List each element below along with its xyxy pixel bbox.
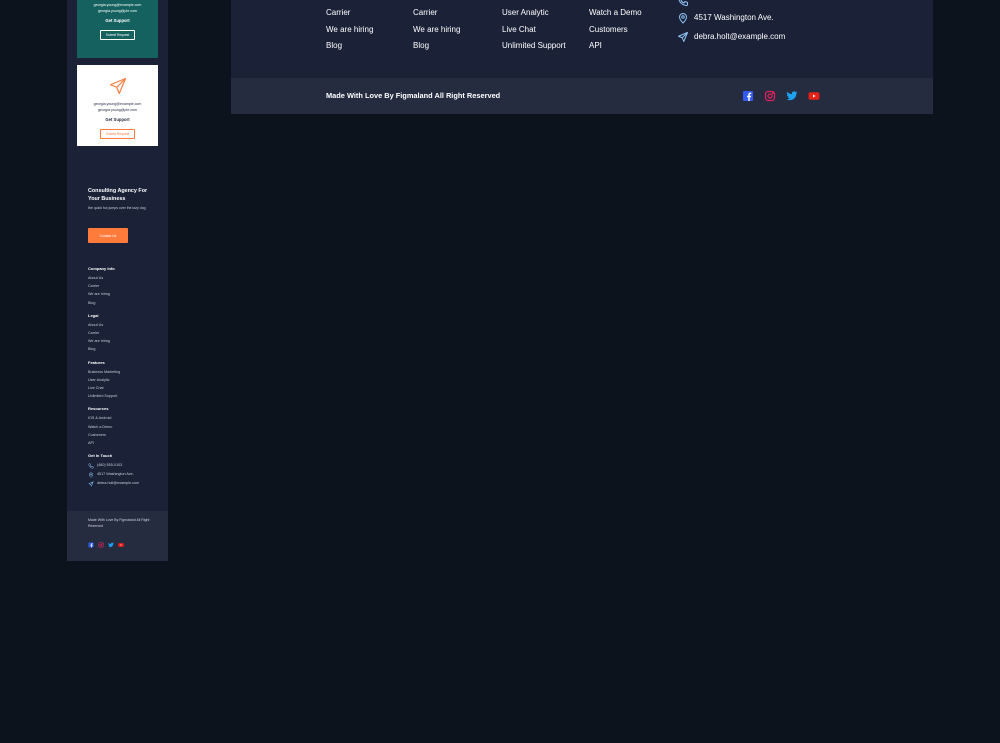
footer-link[interactable]: Carrier xyxy=(413,5,460,22)
twitter-icon[interactable] xyxy=(786,90,798,102)
footer-link[interactable]: Live Chat xyxy=(502,22,566,39)
footer-link[interactable]: We are hiring xyxy=(326,22,373,39)
cta-title: Consulting Agency For Your Business xyxy=(88,188,148,202)
support-card-white: georgia.young@example.com georgia.young@… xyxy=(77,65,158,146)
footer-column-company: Carrier We are hiring Blog xyxy=(326,0,373,55)
footer-link[interactable]: User Analytic xyxy=(502,5,566,22)
footer-link[interactable]: About Us xyxy=(88,274,166,282)
footer-contact: 4517 Washington Ave. debra.holt@example.… xyxy=(677,8,785,46)
footer-link[interactable]: API xyxy=(589,38,642,55)
location-pin-icon xyxy=(88,472,94,478)
footer-group-legal: Legal About Us Carrier We are hiring Blo… xyxy=(88,313,166,354)
contact-address-text: 4517 Washington Ave. xyxy=(694,13,774,22)
footer-link[interactable]: Watch a Demo xyxy=(589,5,642,22)
phone-icon xyxy=(678,0,688,7)
cta-section: Consulting Agency For Your Business the … xyxy=(67,163,168,252)
group-title: Resources xyxy=(88,406,109,412)
footer-link[interactable]: Customers xyxy=(589,22,642,39)
instagram-icon[interactable] xyxy=(764,90,776,102)
facebook-icon[interactable] xyxy=(742,90,754,102)
send-icon xyxy=(678,31,688,42)
footer-column-legal: Carrier We are hiring Blog xyxy=(413,0,460,55)
phone-icon xyxy=(88,463,94,469)
card-support-label: Get Support xyxy=(105,117,130,123)
mobile-preview: georgia.young@example.com georgia.young@… xyxy=(67,0,168,561)
card-email: georgia.young@ple.com xyxy=(97,8,137,13)
contact-email-text: debra.holt@example.com xyxy=(97,481,140,486)
footer-link[interactable]: About Us xyxy=(88,321,166,329)
footer-link[interactable]: Blog xyxy=(88,345,166,353)
footer-group-contact: Get In Touch (480) 555-0103 4517 Washing… xyxy=(88,453,166,488)
footer-link[interactable]: Carrier xyxy=(88,282,166,290)
footer-link[interactable]: User Analytic xyxy=(88,376,166,384)
mobile-footer-links: Company Info About Us Carrier We are hir… xyxy=(88,266,166,494)
social-links xyxy=(742,90,820,102)
footer-link[interactable]: Customers xyxy=(88,431,166,439)
footer-link[interactable]: Unlimited Support xyxy=(502,38,566,55)
contact-address[interactable]: 4517 Washington Ave. xyxy=(88,470,166,479)
footer-link[interactable]: IOS & Android xyxy=(88,414,166,422)
contact-email[interactable]: debra.holt@example.com xyxy=(677,27,785,46)
footer-link[interactable]: Watch a Demo xyxy=(88,423,166,431)
group-title: Get In Touch xyxy=(88,453,113,459)
cta-subtitle: the quick fox jumps over the lazy dog xyxy=(88,206,146,210)
footer-link[interactable]: Blog xyxy=(88,299,166,307)
footer-link[interactable]: Carrier xyxy=(326,5,373,22)
contact-address[interactable]: 4517 Washington Ave. xyxy=(677,8,785,27)
group-title: Features xyxy=(88,359,105,365)
desktop-footer-bottom: Made With Love By Figmaland All Right Re… xyxy=(231,78,933,114)
footer-link[interactable]: API xyxy=(88,439,166,447)
contact-email-text: debra.holt@example.com xyxy=(694,32,786,41)
group-title: Legal xyxy=(88,312,99,318)
desktop-footer: Carrier We are hiring Blog Carrier We ar… xyxy=(231,0,933,78)
facebook-icon[interactable] xyxy=(88,542,94,548)
support-card-teal: georgia.young@example.com georgia.young@… xyxy=(77,0,158,58)
contact-us-button[interactable]: Contact Us xyxy=(88,228,128,243)
youtube-icon[interactable] xyxy=(118,542,124,548)
contact-phone-text: (480) 555-0103 xyxy=(97,463,123,468)
footer-link[interactable]: Unlimited Support xyxy=(88,392,166,400)
footer-link[interactable]: Live Chat xyxy=(88,384,166,392)
copyright-text: Made With Love By Figmaland All Right Re… xyxy=(326,91,501,100)
footer-link[interactable]: Blog xyxy=(326,38,373,55)
footer-link[interactable]: We are hiring xyxy=(88,290,166,298)
contact-address-text: 4517 Washington Ave. xyxy=(97,472,134,477)
submit-request-button[interactable]: Submit Request xyxy=(99,129,136,140)
social-links xyxy=(88,542,124,548)
footer-group-resources: Resources IOS & Android Watch a Demo Cus… xyxy=(88,406,166,447)
footer-link[interactable]: Carrier xyxy=(88,329,166,337)
contact-email[interactable]: debra.holt@example.com xyxy=(88,479,166,488)
footer-link[interactable]: Blog xyxy=(413,38,460,55)
card-email: georgia.young@ple.com xyxy=(97,107,137,112)
instagram-icon[interactable] xyxy=(98,542,104,548)
footer-group-features: Features Business Marketing User Analyti… xyxy=(88,360,166,401)
twitter-icon[interactable] xyxy=(108,542,114,548)
footer-link[interactable]: We are hiring xyxy=(88,337,166,345)
location-pin-icon xyxy=(678,12,688,24)
footer-column-features: User Analytic Live Chat Unlimited Suppor… xyxy=(502,0,566,55)
footer-column-resources: Watch a Demo Customers API xyxy=(589,0,642,55)
group-title: Company Info xyxy=(88,266,115,271)
send-icon xyxy=(109,77,126,95)
copyright-text: Made With Love By Figmaland All Right Re… xyxy=(88,518,150,528)
send-icon xyxy=(88,481,94,487)
footer-link[interactable]: We are hiring xyxy=(413,22,460,39)
mobile-footer-bottom: Made With Love By Figmaland All Right Re… xyxy=(67,511,168,561)
submit-request-button[interactable]: Submit Request xyxy=(99,30,136,41)
footer-link[interactable]: Business Marketing xyxy=(88,368,166,376)
contact-phone[interactable]: (480) 555-0103 xyxy=(88,461,166,470)
footer-group-company: Company Info About Us Carrier We are hir… xyxy=(88,266,166,307)
card-support-label: Get Support xyxy=(105,18,130,24)
youtube-icon[interactable] xyxy=(808,90,820,102)
